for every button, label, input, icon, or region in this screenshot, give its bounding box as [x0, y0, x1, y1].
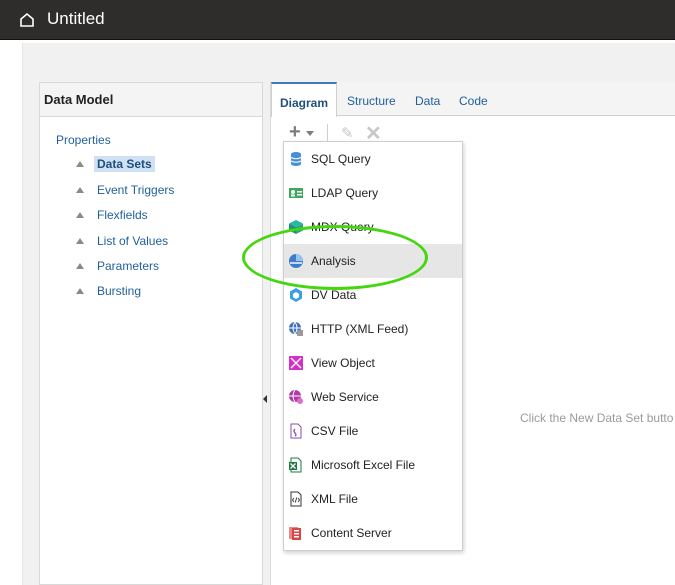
view-object-icon [289, 356, 303, 370]
tree-item-list-of-values[interactable]: List of Values [76, 232, 171, 250]
menu-item-label: DV Data [311, 288, 357, 302]
menu-item-label: View Object [311, 356, 375, 370]
tree-item-label: Data Sets [94, 156, 155, 172]
expand-triangle-icon[interactable] [76, 161, 84, 167]
tab-structure[interactable]: Structure [347, 94, 396, 108]
menu-item-sql-query[interactable]: SQL Query [284, 142, 462, 176]
empty-diagram-hint: Click the New Data Set butto [520, 411, 674, 425]
app-title: Untitled [47, 9, 105, 28]
content-server-icon [289, 527, 301, 540]
excel-file-icon [289, 457, 302, 473]
tree-item-event-triggers[interactable]: Event Triggers [76, 181, 177, 199]
tree-item-label: List of Values [97, 234, 169, 248]
menu-item-label: XML File [311, 492, 358, 506]
toolbar-divider [327, 124, 328, 142]
menu-item-label: SQL Query [311, 152, 371, 166]
expand-triangle-icon[interactable] [76, 212, 84, 218]
menu-item-label: CSV File [311, 424, 359, 438]
menu-item-label: Web Service [311, 390, 379, 404]
menu-item-label: Microsoft Excel File [311, 458, 416, 472]
tab-code[interactable]: Code [459, 94, 488, 108]
menu-item-xml-file[interactable]: XML File [284, 482, 462, 516]
tab-data[interactable]: Data [415, 94, 440, 108]
tree-item-parameters[interactable]: Parameters [76, 257, 162, 275]
tree-item-data-sets[interactable]: Data Sets [76, 155, 155, 173]
expand-triangle-icon[interactable] [76, 187, 84, 193]
highlight-annotation-circle [242, 225, 428, 290]
tab-diagram[interactable]: Diagram [271, 82, 338, 117]
menu-item-label: LDAP Query [311, 186, 379, 200]
home-icon[interactable] [19, 12, 35, 28]
panel-collapse-handle[interactable] [262, 388, 268, 410]
ldap-icon [289, 188, 303, 198]
menu-item-ldap-query[interactable]: LDAP Query [284, 176, 462, 210]
menu-item-content-server[interactable]: Content Server [284, 516, 462, 550]
menu-item-excel-file[interactable]: Microsoft Excel File [284, 448, 462, 482]
properties-link[interactable]: Properties [56, 133, 111, 147]
new-data-set-menu: SQL Query LDAP Query MDX Query Analysis [283, 141, 463, 551]
hexagon-icon [290, 288, 302, 302]
menu-item-label: Content Server [311, 526, 392, 540]
tree-item-bursting[interactable]: Bursting [76, 282, 144, 300]
csv-file-icon [290, 423, 302, 439]
xml-file-icon [290, 491, 302, 507]
menu-item-http-xml-feed[interactable]: HTTP (XML Feed) [284, 312, 462, 346]
menu-item-csv-file[interactable]: CSV File [284, 414, 462, 448]
plus-icon[interactable]: + [289, 122, 301, 142]
menu-item-view-object[interactable]: View Object [284, 346, 462, 380]
web-service-icon [289, 389, 303, 404]
data-model-panel: Data Model Properties Data Sets Event Tr… [39, 82, 263, 585]
tree-item-label: Parameters [97, 259, 160, 273]
tree-item-label: Bursting [97, 284, 142, 298]
pencil-icon[interactable]: ✎ [341, 124, 354, 142]
database-icon [290, 152, 302, 166]
tree-item-label: Event Triggers [97, 183, 175, 197]
chevron-down-icon[interactable] [306, 131, 314, 136]
expand-triangle-icon[interactable] [76, 263, 84, 269]
tree-item-flexfields[interactable]: Flexfields [76, 206, 151, 224]
panel-title: Data Model [40, 83, 262, 117]
menu-item-label: HTTP (XML Feed) [311, 322, 409, 336]
expand-triangle-icon[interactable] [76, 288, 84, 294]
top-bar: Untitled [0, 0, 675, 40]
globe-icon [289, 321, 303, 336]
tree-item-label: Flexfields [97, 208, 148, 222]
expand-triangle-icon[interactable] [76, 238, 84, 244]
tab-bar: Diagram Structure Data Code [271, 82, 675, 117]
menu-item-web-service[interactable]: Web Service [284, 380, 462, 414]
